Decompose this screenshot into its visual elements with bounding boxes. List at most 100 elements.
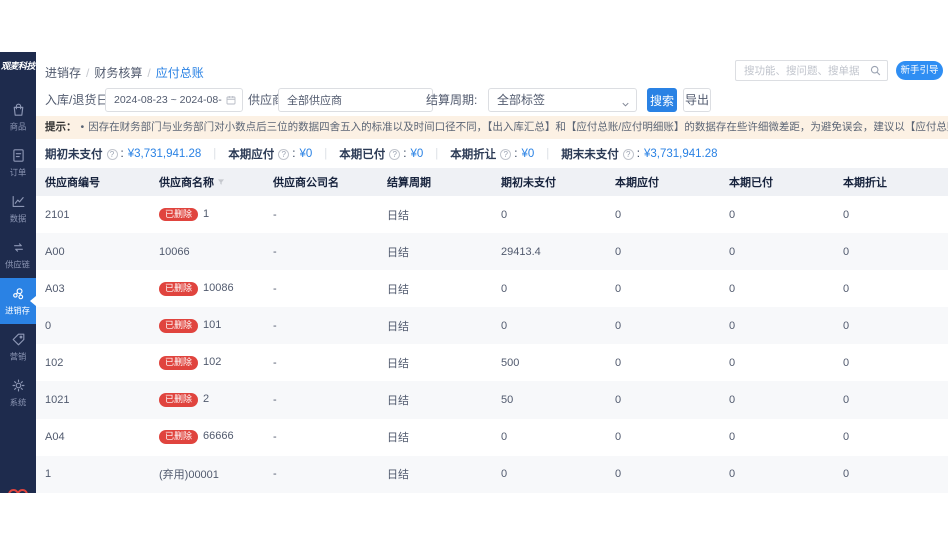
sidebar-item-label: 供应链 bbox=[5, 260, 31, 270]
sidebar-item-inventory[interactable]: 进销存 bbox=[0, 278, 36, 324]
sidebar-item-system[interactable]: 系统 bbox=[0, 370, 36, 416]
summary-item: 本期应付:¥0 bbox=[201, 146, 312, 162]
guide-button[interactable]: 新手引导 bbox=[896, 61, 943, 80]
sidebar-item-goods[interactable]: 商品 bbox=[0, 94, 36, 140]
supplier-name: 2 bbox=[203, 393, 210, 406]
supplier-name-cell: 已删除 2 bbox=[150, 393, 264, 407]
supplier-name-cell: 已删除 101 bbox=[150, 318, 264, 333]
search-icon[interactable] bbox=[869, 64, 882, 82]
table-cell: 0 bbox=[729, 431, 736, 444]
table-cell: 0 bbox=[729, 282, 736, 295]
table-row: 102 已删除 102 - 日结 500 0 0 0 bbox=[36, 344, 948, 381]
sidebar-item-orders[interactable]: 订单 bbox=[0, 140, 36, 186]
summary-label: 本期已付 bbox=[339, 149, 386, 161]
sidebar-item-label: 系统 bbox=[9, 398, 27, 408]
table-cell: 29413.4 bbox=[501, 245, 541, 258]
supplier-input[interactable] bbox=[279, 89, 432, 111]
sidebar-item-data[interactable]: 数据 bbox=[0, 186, 36, 232]
sidebar-item-label: 订单 bbox=[9, 168, 27, 178]
column-header: 供应商名称 bbox=[150, 174, 264, 190]
summary-colon: : bbox=[120, 148, 124, 160]
summary-colon: : bbox=[292, 148, 296, 160]
supplier-name-cell: 已删除 10086 bbox=[150, 281, 264, 296]
supplier-name-cell: (弃用)00001 bbox=[150, 466, 264, 482]
table-cell: 0 bbox=[501, 431, 508, 444]
table-row: 1021 已删除 2 - 日结 50 0 0 0 bbox=[36, 381, 948, 419]
table-cell: 0 bbox=[843, 245, 850, 258]
table-cell: 0 bbox=[843, 319, 850, 332]
supplier-name-cell: 10066 bbox=[150, 246, 264, 258]
table-cell: 0 bbox=[45, 319, 52, 332]
search-input[interactable] bbox=[736, 61, 887, 80]
column-header: 供应商公司名 bbox=[264, 174, 378, 190]
help-icon[interactable] bbox=[622, 148, 634, 160]
table-row: A04 已删除 66666 - 日结 0 0 0 0 bbox=[36, 419, 948, 456]
table-cell: - bbox=[273, 468, 277, 481]
table-header: 供应商编号 供应商名称 供应商公司名 结算周期 期初未支付 本期应付 本期已付 本期折让 bbox=[36, 168, 948, 196]
column-header-label: 供应商公司名 bbox=[273, 177, 339, 189]
breadcrumb: 进销存 / 财务核算 / 应付总账 bbox=[45, 64, 204, 81]
filter-icon[interactable] bbox=[217, 178, 225, 186]
summary-item: 期初未支付:¥3,731,941.28 bbox=[45, 146, 201, 162]
deleted-badge: 已删除 bbox=[159, 318, 199, 333]
table-cell: 0 bbox=[729, 394, 736, 407]
column-header-label: 本期已付 bbox=[729, 177, 773, 189]
sidebar-bottom-logo bbox=[8, 489, 28, 493]
breadcrumb-item[interactable]: 进销存 bbox=[45, 66, 81, 80]
payables-table: 供应商编号 供应商名称 供应商公司名 结算周期 期初未支付 本期应付 本期已付 本期折让 21… bbox=[36, 168, 948, 493]
deleted-badge: 已删除 bbox=[159, 393, 199, 407]
tag-icon bbox=[10, 331, 27, 348]
sidebar-item-label: 营销 bbox=[9, 352, 27, 362]
summary-colon: : bbox=[636, 148, 640, 160]
supplier-name: 1 bbox=[203, 207, 210, 220]
cycle-select[interactable]: 全部标签 bbox=[488, 88, 637, 112]
table-row: A00 10066 - 日结 29413.4 0 0 0 bbox=[36, 233, 948, 271]
help-icon[interactable] bbox=[278, 148, 290, 160]
search-button[interactable]: 搜索 bbox=[647, 88, 677, 112]
help-icon[interactable] bbox=[389, 148, 401, 160]
supplier-name-cell: 已删除 66666 bbox=[150, 430, 264, 445]
table-cell: 1 bbox=[45, 468, 52, 481]
summary-item: 本期折让:¥0 bbox=[423, 146, 534, 162]
table-cell: - bbox=[273, 394, 277, 407]
table-cell: 日结 bbox=[387, 357, 409, 370]
table-cell: 0 bbox=[843, 468, 850, 481]
deleted-badge: 已删除 bbox=[159, 430, 199, 445]
help-icon[interactable] bbox=[500, 148, 512, 160]
supplier-name-cell: 已删除 102 bbox=[150, 355, 264, 370]
summary-value: ¥0 bbox=[410, 148, 424, 160]
table-cell: 0 bbox=[615, 208, 622, 221]
table-cell: 50 bbox=[501, 394, 514, 407]
sidebar-nav: 商品订单数据供应链进销存营销系统 bbox=[0, 94, 36, 416]
breadcrumb-item[interactable]: 财务核算 bbox=[94, 66, 142, 80]
export-button[interactable]: 导出 bbox=[683, 88, 711, 112]
cycle-filter-label: 结算周期: bbox=[426, 93, 478, 107]
swap-icon bbox=[10, 239, 27, 256]
sidebar-item-marketing[interactable]: 营销 bbox=[0, 324, 36, 370]
notice-prefix: 提示： bbox=[45, 121, 77, 133]
column-header-label: 本期折让 bbox=[843, 177, 887, 189]
help-icon[interactable] bbox=[106, 148, 118, 160]
table-row: 0 已删除 101 - 日结 0 0 0 0 bbox=[36, 307, 948, 345]
table-cell: 500 bbox=[501, 356, 520, 369]
breadcrumb-separator: / bbox=[86, 66, 90, 80]
summary-colon: : bbox=[403, 148, 407, 160]
table-cell: 0 bbox=[501, 319, 508, 332]
column-header: 结算周期 bbox=[378, 174, 492, 190]
table-row: 1 (弃用)00001 - 日结 0 0 0 0 bbox=[36, 455, 948, 493]
breadcrumb-current: 应付总账 bbox=[155, 66, 204, 80]
table-cell: 0 bbox=[843, 431, 850, 444]
table-cell: 0 bbox=[615, 356, 622, 369]
table-cell: A04 bbox=[45, 431, 65, 444]
table-cell: - bbox=[273, 282, 277, 295]
sidebar-item-supply[interactable]: 供应链 bbox=[0, 232, 36, 278]
summary-label: 期初未支付 bbox=[45, 149, 103, 161]
column-header: 本期应付 bbox=[606, 174, 720, 190]
table-cell: 日结 bbox=[387, 320, 409, 333]
table-cell: 日结 bbox=[387, 246, 409, 259]
summary-label: 期末未支付 bbox=[561, 149, 619, 161]
column-header: 本期已付 bbox=[720, 174, 834, 190]
table-cell: 0 bbox=[615, 394, 622, 407]
date-range-input[interactable] bbox=[106, 89, 242, 111]
red-circle-icon bbox=[17, 489, 28, 493]
